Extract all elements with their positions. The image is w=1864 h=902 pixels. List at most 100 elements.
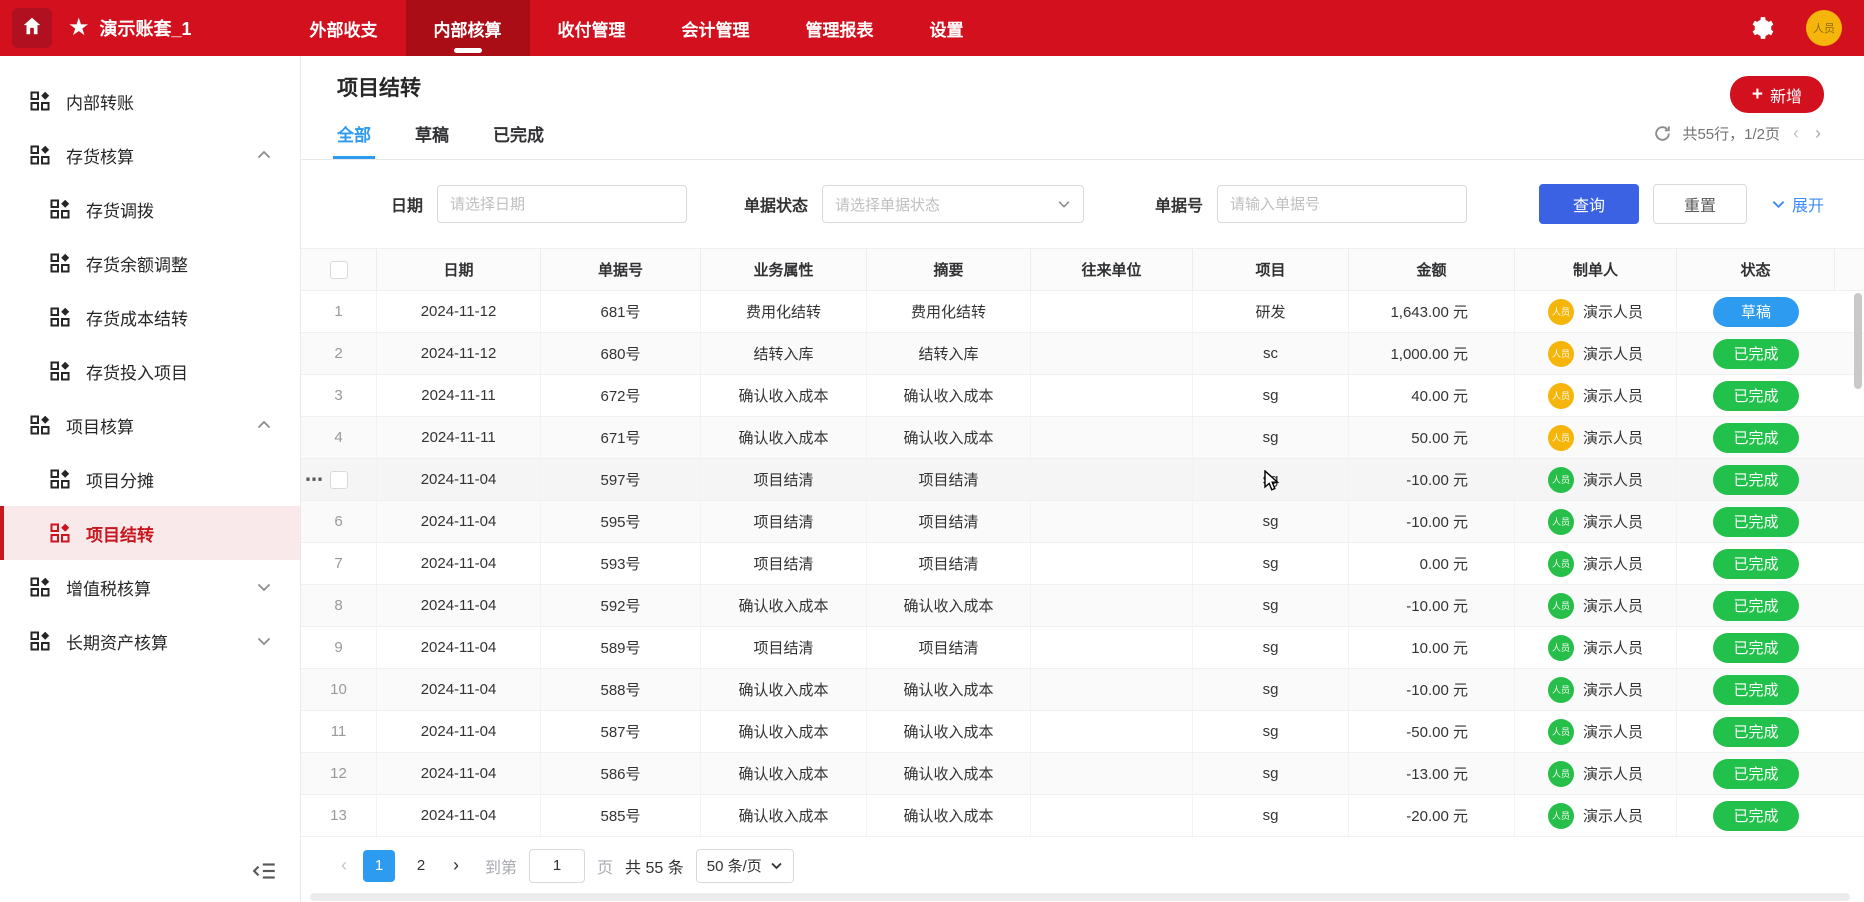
docno-filter-input[interactable] [1217, 185, 1468, 223]
status-badge[interactable]: 已完成 [1713, 422, 1799, 453]
module-grid-icon [50, 523, 70, 543]
home-button[interactable] [12, 8, 52, 48]
sidebar-item-5[interactable]: 存货成本结转 [0, 290, 300, 344]
sidebar-item-1[interactable]: 内部转账 [0, 74, 300, 128]
amount-cell: -10.00 元 [1349, 585, 1515, 626]
status-badge[interactable]: 已完成 [1713, 674, 1799, 705]
amount-cell: 40.00 元 [1349, 375, 1515, 416]
sidebar-item-4[interactable]: 存货余额调整 [0, 236, 300, 290]
summary-cell: 确认收入成本 [867, 669, 1031, 710]
table-row[interactable]: 11 2024-11-04 587号 确认收入成本 确认收入成本 sg -50.00 元 人… [301, 711, 1864, 753]
date-cell: 2024-11-04 [377, 501, 541, 542]
row-more-actions-icon[interactable]: ⋯ [305, 469, 324, 490]
pagination-page-1[interactable]: 1 [363, 849, 395, 882]
status-badge[interactable]: 已完成 [1713, 716, 1799, 747]
reset-button[interactable]: 重置 [1652, 184, 1747, 224]
expand-filters-link[interactable]: 展开 [1771, 192, 1824, 216]
prev-page-chevron-icon[interactable]: ‹ [1790, 123, 1802, 144]
chevron-up-icon[interactable] [256, 147, 272, 163]
top-nav-item-6[interactable]: 设置 [902, 0, 992, 56]
row-index-cell: 6 [301, 501, 377, 542]
docno-cell: 588号 [541, 669, 701, 710]
favorite-star-icon[interactable]: ★ [68, 16, 90, 40]
select-all-checkbox[interactable] [329, 260, 348, 279]
sidebar-item-6[interactable]: 存货投入项目 [0, 344, 300, 398]
top-nav-item-1[interactable]: 外部收支 [282, 0, 406, 56]
sidebar-item-8[interactable]: 项目分摊 [0, 452, 300, 506]
table-row[interactable]: 8 2024-11-04 592号 确认收入成本 确认收入成本 sg -10.00 元 人员… [301, 585, 1864, 627]
chevron-down-icon[interactable] [256, 579, 272, 595]
status-badge[interactable]: 已完成 [1713, 800, 1799, 831]
creator-avatar: 人员 [1547, 298, 1574, 325]
table-row[interactable]: 2 2024-11-12 680号 结转入库 结转入库 sc 1,000.00 元 人员 演示… [301, 333, 1864, 375]
status-badge[interactable]: 草稿 [1713, 296, 1799, 327]
sidebar-item-7[interactable]: 项目核算 [0, 398, 300, 452]
status-cell: 已完成 [1677, 711, 1835, 752]
status-cell: 已完成 [1677, 795, 1835, 836]
pagination-next-icon[interactable]: › [449, 855, 463, 876]
status-badge[interactable]: 已完成 [1713, 506, 1799, 537]
row-checkbox[interactable] [329, 470, 348, 489]
user-avatar[interactable]: 人员 [1806, 10, 1842, 46]
sidebar-item-10[interactable]: 增值税核算 [0, 560, 300, 614]
pagination-page-2[interactable]: 2 [405, 850, 437, 882]
horizontal-scrollbar[interactable] [310, 893, 1850, 901]
collapse-sidebar-icon[interactable] [252, 858, 280, 886]
status-badge[interactable]: 已完成 [1713, 548, 1799, 579]
status-badge[interactable]: 已完成 [1713, 464, 1799, 495]
vertical-scrollbar[interactable] [1854, 238, 1862, 838]
status-badge[interactable]: 已完成 [1713, 632, 1799, 663]
table-row[interactable]: 12 2024-11-04 586号 确认收入成本 确认收入成本 sg -13.00 元 人… [301, 753, 1864, 795]
summary-cell: 确认收入成本 [867, 753, 1031, 794]
page-title: 项目结转 [337, 77, 421, 100]
scrollbar-thumb[interactable] [1854, 293, 1862, 389]
add-button[interactable]: + 新增 [1729, 76, 1824, 113]
table-row[interactable]: 13 2024-11-04 585号 确认收入成本 确认收入成本 sg -20.00 元 人… [301, 795, 1864, 837]
table-row[interactable]: ⋯ 2024-11-04 597号 项目结清 项目结清 sg -10.00 元 人员 演示人员… [301, 459, 1864, 501]
status-badge[interactable]: 已完成 [1713, 338, 1799, 369]
settings-gear-icon[interactable] [1750, 15, 1776, 41]
account-name[interactable]: 演示账套_1 [100, 15, 192, 41]
plus-icon: + [1751, 84, 1763, 105]
biz-attr-cell: 确认收入成本 [701, 669, 867, 710]
status-filter-select[interactable]: 请选择单据状态 [822, 185, 1085, 223]
row-index-cell: 1 [301, 291, 377, 332]
module-grid-icon [50, 361, 70, 381]
module-grid-icon [30, 631, 50, 651]
docno-cell: 587号 [541, 711, 701, 752]
table-row[interactable]: 7 2024-11-04 593号 项目结清 项目结清 sg 0.00 元 人员 演示人员 已… [301, 543, 1864, 585]
status-badge[interactable]: 已完成 [1713, 590, 1799, 621]
row-index-cell: 3 [301, 375, 377, 416]
date-filter-input[interactable] [437, 185, 688, 223]
chevron-down-icon[interactable] [256, 633, 272, 649]
refresh-icon[interactable] [1653, 124, 1672, 143]
top-nav-item-4[interactable]: 会计管理 [654, 0, 778, 56]
table-row[interactable]: 3 2024-11-11 672号 确认收入成本 确认收入成本 sg 40.00 元 人员演… [301, 375, 1864, 417]
tab-3[interactable]: 已完成 [493, 108, 544, 159]
sidebar-item-3[interactable]: 存货调拨 [0, 182, 300, 236]
amount-cell: 10.00 元 [1349, 627, 1515, 668]
goto-page-input[interactable] [529, 848, 586, 883]
query-button[interactable]: 查询 [1538, 184, 1639, 224]
page-size-select[interactable]: 50 条/页 [695, 848, 794, 883]
creator-cell: 人员 演示人员 [1515, 585, 1677, 626]
top-nav-item-2[interactable]: 内部核算 [405, 0, 530, 56]
table-row[interactable]: 6 2024-11-04 595号 项目结清 项目结清 sg -10.00 元 人员 演示人员… [301, 501, 1864, 543]
next-page-chevron-icon[interactable]: › [1812, 123, 1824, 144]
table-row[interactable]: 1 2024-11-12 681号 费用化结转 费用化结转 研发 1,643.00 元 人员… [301, 291, 1864, 333]
summary-cell: 费用化结转 [867, 291, 1031, 332]
sidebar-item-9[interactable]: 项目结转 [0, 506, 300, 560]
sidebar-item-11[interactable]: 长期资产核算 [0, 614, 300, 668]
tab-1[interactable]: 全部 [333, 108, 375, 159]
sidebar-item-2[interactable]: 存货核算 [0, 128, 300, 182]
table-row[interactable]: 9 2024-11-04 589号 项目结清 项目结清 sg 10.00 元 人员 演示人员 … [301, 627, 1864, 669]
chevron-up-icon[interactable] [256, 417, 272, 433]
pagination-prev-icon[interactable]: ‹ [337, 855, 351, 876]
table-row[interactable]: 4 2024-11-11 671号 确认收入成本 确认收入成本 sg 50.00 元 人员演… [301, 417, 1864, 459]
status-badge[interactable]: 已完成 [1713, 380, 1799, 411]
status-badge[interactable]: 已完成 [1713, 758, 1799, 789]
top-nav-item-5[interactable]: 管理报表 [778, 0, 902, 56]
top-nav-item-3[interactable]: 收付管理 [530, 0, 654, 56]
tab-2[interactable]: 草稿 [415, 108, 449, 159]
table-row[interactable]: 10 2024-11-04 588号 确认收入成本 确认收入成本 sg -10.00 元 人… [301, 669, 1864, 711]
